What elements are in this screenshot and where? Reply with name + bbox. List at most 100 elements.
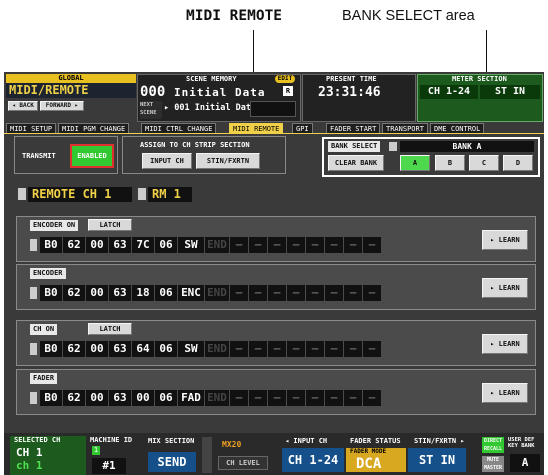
stin-button-footer[interactable]: ST IN [408,448,466,472]
midi-message-cell[interactable]: 00 [86,237,108,253]
midi-message-cell[interactable]: SW [178,341,204,357]
midi-message-cell[interactable]: — [363,285,381,301]
latch-button[interactable]: LATCH [88,323,132,335]
direct-recall-indicator[interactable]: DIRECT RECALL [482,437,504,453]
midi-message-cell[interactable]: 18 [132,285,154,301]
learn-button[interactable]: ▸ LEARN [482,278,528,298]
midi-message-cell[interactable]: — [268,237,286,253]
rm-spin-icon[interactable] [138,188,146,200]
latch-button[interactable]: LATCH [88,219,132,231]
row-spin-icon[interactable] [30,392,37,404]
midi-message-cell[interactable]: 62 [63,341,85,357]
clear-bank-button[interactable]: CLEAR BANK [328,155,384,171]
selected-ch[interactable]: CH 1 [16,446,43,459]
back-button[interactable]: ◂ BACK [8,101,38,111]
row-spin-icon[interactable] [30,287,37,299]
midi-message-cell[interactable]: B0 [40,237,62,253]
ch-level-button[interactable]: CH LEVEL [218,456,268,470]
midi-message-cell[interactable]: — [268,390,286,406]
midi-message-cell[interactable]: — [268,341,286,357]
midi-message-cell[interactable]: — [325,285,343,301]
transmit-enabled-button[interactable]: ENABLED [70,144,114,168]
midi-message-cell[interactable]: — [344,237,362,253]
scene-number[interactable]: 000 [140,84,165,100]
rm-display[interactable]: RM 1 [148,187,192,202]
midi-message-cell[interactable]: 00 [132,390,154,406]
midi-message-cell[interactable]: END [205,390,229,406]
midi-message-cell[interactable]: — [287,390,305,406]
midi-message-cell[interactable]: — [306,341,324,357]
midi-message-cell[interactable]: — [230,237,248,253]
row-spin-icon[interactable] [30,239,37,251]
bank-b-button[interactable]: B [435,155,465,171]
midi-message-cell[interactable]: 62 [63,285,85,301]
midi-message-cell[interactable]: — [363,390,381,406]
bank-a-button[interactable]: A [400,155,430,171]
midi-message-cell[interactable]: — [306,237,324,253]
row-spin-icon[interactable] [30,343,37,355]
midi-message-cell[interactable]: — [325,341,343,357]
midi-message-cell[interactable]: — [363,341,381,357]
midi-message-cell[interactable]: 06 [155,237,177,253]
midi-message-cell[interactable]: ENC [178,285,204,301]
midi-message-cell[interactable]: 06 [155,341,177,357]
user-def-key-bank-value[interactable]: A [510,454,540,472]
midi-message-cell[interactable]: 63 [109,237,131,253]
learn-button[interactable]: ▸ LEARN [482,383,528,403]
remote-ch-spin-icon[interactable] [18,188,26,200]
learn-button[interactable]: ▸ LEARN [482,230,528,250]
midi-message-cell[interactable]: END [205,341,229,357]
midi-message-cell[interactable]: 62 [63,390,85,406]
midi-message-cell[interactable]: 06 [155,285,177,301]
midi-message-cell[interactable]: 7C [132,237,154,253]
bank-c-button[interactable]: C [469,155,499,171]
midi-message-cell[interactable]: — [287,285,305,301]
stin-fxrtn-button[interactable]: STIN/FXRTN [196,153,260,169]
midi-message-cell[interactable]: 62 [63,237,85,253]
bank-d-button[interactable]: D [503,155,533,171]
input-ch-button-footer[interactable]: CH 1-24 [282,448,344,472]
midi-message-cell[interactable]: — [287,341,305,357]
midi-message-cell[interactable]: — [344,341,362,357]
midi-message-cell[interactable]: — [230,341,248,357]
remote-ch-display[interactable]: REMOTE CH 1 [28,187,132,202]
midi-message-cell[interactable]: — [344,390,362,406]
meter-st-button[interactable]: ST IN [480,85,540,99]
midi-message-cell[interactable]: B0 [40,285,62,301]
midi-message-cell[interactable]: — [249,285,267,301]
midi-message-cell[interactable]: — [325,237,343,253]
input-ch-button[interactable]: INPUT CH [142,153,192,169]
meter-ch-button[interactable]: CH 1-24 [420,85,478,99]
midi-message-cell[interactable]: — [363,237,381,253]
midi-message-cell[interactable]: — [230,285,248,301]
midi-message-cell[interactable]: FAD [178,390,204,406]
forward-button[interactable]: FORWARD ▸ [40,101,84,111]
midi-message-cell[interactable]: END [205,285,229,301]
midi-message-cell[interactable]: — [344,285,362,301]
mute-master-indicator[interactable]: MUTE MASTER [482,456,504,472]
midi-message-cell[interactable]: — [306,285,324,301]
bank-select-spin-icon[interactable] [389,142,397,151]
midi-message-cell[interactable]: — [325,390,343,406]
midi-message-cell[interactable]: B0 [40,341,62,357]
midi-message-cell[interactable]: 00 [86,285,108,301]
midi-message-cell[interactable]: 00 [86,390,108,406]
mix-send-button[interactable]: SEND [148,452,196,472]
midi-message-cell[interactable]: 63 [109,285,131,301]
midi-message-cell[interactable]: END [205,237,229,253]
midi-message-cell[interactable]: — [306,390,324,406]
midi-message-cell[interactable]: — [249,341,267,357]
midi-message-cell[interactable]: — [249,237,267,253]
midi-message-cell[interactable]: 63 [109,390,131,406]
midi-message-cell[interactable]: — [268,285,286,301]
midi-message-cell[interactable]: 06 [155,390,177,406]
midi-message-cell[interactable]: — [287,237,305,253]
midi-message-cell[interactable]: 63 [109,341,131,357]
midi-message-cell[interactable]: SW [178,237,204,253]
midi-message-cell[interactable]: — [230,390,248,406]
midi-message-cell[interactable]: B0 [40,390,62,406]
midi-message-cell[interactable]: 64 [132,341,154,357]
learn-button[interactable]: ▸ LEARN [482,334,528,354]
midi-message-cell[interactable]: 00 [86,341,108,357]
midi-message-cell[interactable]: — [249,390,267,406]
